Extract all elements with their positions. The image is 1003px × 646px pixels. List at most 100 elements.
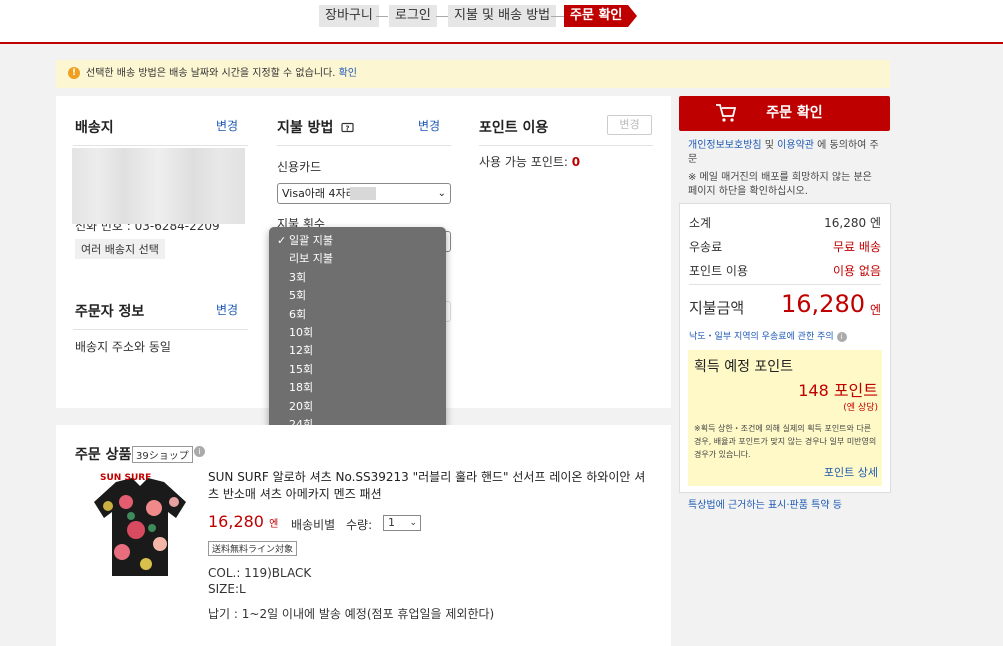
info-icon: ! [68,67,80,79]
shop-badge[interactable]: 39ショップ [132,446,193,463]
orderer-text: 배송지 주소와 동일 [75,340,171,354]
total-label: 지불금액 [689,299,745,317]
payment-method: 신용카드 [277,160,322,174]
product-price-value: 16,280 [208,512,264,531]
qty-label: 수량: [346,518,373,532]
notice-text: 선택한 배송 방법은 배송 날짜와 시간을 지정할 수 없습니다. [86,68,336,79]
order-summary: 소계 16,280 엔 우송료 무료 배송 포인트 이용 이용 없음 지불금액 16,… [679,203,891,493]
divider [479,145,653,146]
orderer-change-link[interactable]: 변경 [216,301,238,318]
shipping-change-link[interactable]: 변경 [216,117,238,134]
divider [73,329,248,330]
product-image[interactable]: SUN SURF [86,472,194,580]
earned-points-value: 148 포인트 [798,381,878,400]
remote-area-note[interactable]: 낙도・일부 지역의 우송료에 관한 주의 i [689,330,847,344]
order-confirm-label: 주문 확인 [766,105,823,121]
multi-address-button[interactable]: 여러 배송지 선택 [75,239,165,259]
earned-points-sub: (엔 상당) [843,403,878,413]
points-change-button[interactable]: 변경 [607,115,652,135]
notice-confirm-link[interactable]: 확인 [339,68,357,79]
free-shipping-tag: 送料無料ライン対象 [208,541,298,556]
agreement-and: 및 [761,140,778,151]
dropdown-option[interactable]: 5회 [269,287,446,305]
product-price: 16,280 엔 [208,512,278,531]
payment-title: 지불 방법 ? [277,117,355,137]
earned-points-title: 획득 예정 포인트 [694,359,794,375]
agreement-text: 개인정보보호방침 및 이용약관 에 동의하여 주문 [688,139,884,167]
mail-note: ※ 메일 매거진의 배포를 희망하지 않는 분은 페이지 하단을 확인하십시오. [688,172,872,197]
step-separator [376,16,388,17]
points-use-row: 포인트 이용 이용 없음 [689,262,881,279]
terms-link[interactable]: 이용약관 [777,140,814,151]
remote-area-note-text: 낙도・일부 지역의 우송료에 관한 주의 [689,332,834,342]
privacy-policy-link[interactable]: 개인정보보호방침 [688,140,762,151]
dropdown-option[interactable]: 12회 [269,342,446,360]
product-section-title: 주문 상품 [75,447,132,463]
masked-digits [350,187,376,200]
info-icon[interactable]: i [194,446,205,457]
dropdown-option[interactable]: ✓ 일괄 지불 [269,232,446,250]
payment-change-link[interactable]: 변경 [418,117,440,134]
dropdown-option[interactable]: 15회 [269,361,446,379]
divider [73,145,248,146]
card-select[interactable]: Visa아래 4자리 ⌄ [277,183,451,204]
points-use-label: 포인트 이용 [689,264,749,278]
delivery-note: 납기 : 1~2일 이내에 발송 예정(점포 휴업일을 제외한다) [208,607,495,621]
checkout-header: 장바구니 로그인 지불 및 배송 방법 주문 확인 [0,0,1003,44]
masked-address [72,148,245,224]
shipping-title: 배송지 [75,120,114,136]
step-payment: 지불 및 배송 방법 [448,5,557,27]
dropdown-option[interactable]: 6회 [269,306,446,324]
subtotal-value: 16,280 엔 [824,216,881,230]
product-size: SIZE:L [208,582,246,596]
dropdown-option-label: 일괄 지불 [289,234,333,247]
available-points: 사용 가능 포인트: 0 [479,153,580,170]
earned-points-box: 획득 예정 포인트 148 포인트 (엔 상당) ※획득 상한・조건에 의해 실… [688,350,882,486]
product-color: COL.: 119)BLACK [208,566,312,580]
svg-text:?: ? [346,125,350,133]
subtotal-label: 소계 [689,216,712,230]
check-icon: ✓ [277,234,287,247]
payment-title-text: 지불 방법 [277,120,334,136]
quantity-select[interactable]: 1 ⌄ [383,515,421,531]
step-cart: 장바구니 [319,5,379,27]
installment-dropdown[interactable]: ✓ 일괄 지불 리보 지불 3회 5회 6회 10회 12회 15회 18회 20… [269,227,446,439]
dropdown-option[interactable]: 18회 [269,379,446,397]
total-unit: 엔 [869,303,881,317]
question-card-icon[interactable]: ? [341,122,355,134]
shipping-fee-label: 우송료 [689,240,723,254]
brand-logo: SUN SURF [100,473,151,483]
step-separator [436,16,448,17]
available-points-value: 0 [571,155,581,169]
divider [277,145,451,146]
points-title: 포인트 이용 [479,120,549,136]
step-login: 로그인 [389,5,437,27]
cart-icon [716,104,737,122]
order-confirm-button[interactable]: 주문 확인 [679,96,890,131]
available-points-label: 사용 가능 포인트: [479,155,568,169]
dropdown-option[interactable]: 3회 [269,269,446,287]
earned-points-note: ※획득 상한・조건에 의해 실제의 획득 포인트와 다른 경우, 배율과 포인트… [694,424,877,459]
dropdown-option[interactable]: 20회 [269,398,446,416]
checkout-steps: 장바구니 로그인 지불 및 배송 방법 주문 확인 [0,5,1003,27]
orderer-title: 주문자 정보 [75,304,145,320]
shipping-fee-value: 무료 배송 [833,240,881,254]
step-separator [551,16,565,17]
shipping-fee-row: 우송료 무료 배송 [689,238,881,255]
divider [689,284,881,285]
step-confirm: 주문 확인 [564,5,638,27]
points-detail-link[interactable]: 포인트 상세 [824,464,878,480]
commercial-law-link[interactable]: 특상법에 근거하는 표시·판품 특약 등 [688,499,842,513]
card-select-value: Visa아래 4자리 [282,187,356,200]
shipping-notice: ! 선택한 배송 방법은 배송 날짜와 시간을 지정할 수 없습니다. 확인 [56,60,890,88]
quantity-value: 1 [388,516,395,529]
chevron-down-icon: ⌄ [409,518,417,528]
points-use-value: 이용 없음 [833,264,881,278]
total-row: 지불금액 16,280 엔 [689,290,881,322]
info-icon: i [836,332,847,342]
product-name[interactable]: SUN SURF 알로하 셔츠 No.SS39213 "러블리 훌라 핸드" 선… [208,469,648,503]
subtotal-row: 소계 16,280 엔 [689,214,881,231]
total-value: 16,280 [781,290,865,318]
dropdown-option[interactable]: 10회 [269,324,446,342]
dropdown-option[interactable]: 리보 지불 [269,250,446,268]
